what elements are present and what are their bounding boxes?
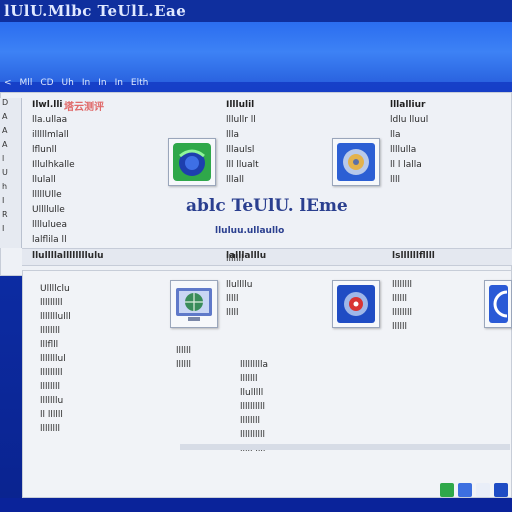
- section-label[interactable]: llullllallllllllulu: [32, 251, 104, 261]
- bottom-mid-list-2a: llllll llllll: [176, 344, 238, 372]
- list-item[interactable]: llllllll: [40, 380, 160, 394]
- status-strip: [180, 444, 510, 450]
- blue-disc-icon[interactable]: [332, 138, 380, 186]
- window-title: lUlU.Mlbc TeUlL.Eae: [4, 2, 187, 20]
- page-subtitle: lluluu.ullaullo: [215, 226, 285, 236]
- page-title: ablc TeUlU. lEme: [186, 196, 348, 216]
- list-item[interactable]: lll llualt: [226, 158, 306, 173]
- list-item[interactable]: Ullllulle: [32, 203, 162, 218]
- bottom-left-list: Ullllclu lllllllll lllllllulll llllllll …: [40, 282, 160, 436]
- red-target-icon[interactable]: [332, 280, 380, 328]
- toolbar-item[interactable]: <: [4, 78, 12, 88]
- list-item[interactable]: llllulla: [390, 143, 500, 158]
- list-item[interactable]: ldlu lluul: [390, 113, 500, 128]
- bottom-right-list: llllllll llllll llllllll llllll: [392, 278, 492, 334]
- list-item[interactable]: llllll: [392, 320, 492, 334]
- tree-item[interactable]: h: [0, 182, 21, 196]
- blue-arc-icon[interactable]: [484, 280, 512, 328]
- list-header: Ilwl.lli: [32, 100, 63, 110]
- list-item[interactable]: lllall: [226, 173, 306, 188]
- list-item[interactable]: lllllllll: [40, 296, 160, 310]
- tray-white-icon[interactable]: [476, 483, 490, 497]
- top-left-list: Ilwl.lli lla.ullaa illlllmlall lflunll I…: [32, 98, 162, 248]
- list-item[interactable]: lla: [390, 128, 500, 143]
- tray-green-icon[interactable]: [440, 483, 454, 497]
- list-item[interactable]: Ullllclu: [40, 282, 160, 296]
- list-item[interactable]: llllll: [176, 344, 238, 358]
- toolbar-item[interactable]: Elth: [131, 78, 148, 88]
- list-item[interactable]: llllllll: [40, 324, 160, 338]
- list-item[interactable]: llla: [226, 128, 306, 143]
- taskbar: [0, 498, 512, 512]
- list-item[interactable]: lllll: [226, 306, 306, 320]
- list-header: lllalliur: [390, 100, 426, 110]
- bottom-mid-list-rows: llullllu lllll lllll: [226, 278, 306, 320]
- list-item[interactable]: lllluluea: [32, 218, 162, 233]
- section-label[interactable]: lsllllllfllll: [392, 251, 435, 261]
- bottom-mid-list: lllllll: [226, 252, 306, 266]
- toolbar-item[interactable]: In: [115, 78, 123, 88]
- list-item[interactable]: llllllll: [240, 414, 370, 428]
- list-item[interactable]: llllllll: [392, 278, 492, 292]
- list-item[interactable]: llullllu: [226, 278, 306, 292]
- list-item[interactable]: lllullr ll: [226, 113, 306, 128]
- list-item[interactable]: Illulhkalle: [32, 158, 162, 173]
- tree-item[interactable]: U: [0, 168, 21, 182]
- tree-item[interactable]: A: [0, 126, 21, 140]
- list-item[interactable]: llllllllla: [240, 358, 370, 372]
- tree-item[interactable]: l: [0, 154, 21, 168]
- list-item[interactable]: illlllmlall: [32, 128, 162, 143]
- list-item[interactable]: lllllll: [240, 372, 370, 386]
- list-item[interactable]: llll: [390, 173, 500, 188]
- tree-item[interactable]: A: [0, 140, 21, 154]
- top-mid-list: Illlulil lllullr ll llla lllaulsl lll ll…: [226, 98, 306, 188]
- list-item[interactable]: lllllllu: [40, 394, 160, 408]
- list-item[interactable]: lllllllll: [40, 366, 160, 380]
- toolbar-item[interactable]: CD: [40, 78, 53, 88]
- left-tree: D A A A l U h I R I: [0, 98, 22, 248]
- list-item[interactable]: llllllllll: [240, 428, 370, 442]
- system-tray: [440, 480, 508, 500]
- list-item[interactable]: llllll: [392, 292, 492, 306]
- tree-item[interactable]: D: [0, 98, 21, 112]
- tray-blue-icon[interactable]: [458, 483, 472, 497]
- toolbar-item[interactable]: In: [82, 78, 90, 88]
- green-globe-icon[interactable]: [168, 138, 216, 186]
- list-item[interactable]: lllllll: [226, 252, 306, 266]
- window-title-bar[interactable]: lUlU.Mlbc TeUlL.Eae: [0, 0, 512, 22]
- tree-item[interactable]: I: [0, 224, 21, 238]
- computer-globe-icon[interactable]: [170, 280, 218, 328]
- list-item[interactable]: llllllll: [40, 422, 160, 436]
- list-header: Illlulil: [226, 100, 255, 110]
- toolbar-item[interactable]: In: [98, 78, 106, 88]
- header-banner: [0, 22, 512, 82]
- list-item[interactable]: lllflll: [40, 338, 160, 352]
- list-item[interactable]: lllllUlle: [32, 188, 162, 203]
- list-item[interactable]: llulall: [32, 173, 162, 188]
- toolbar-item[interactable]: Uh: [62, 78, 74, 88]
- toolbar-item[interactable]: Mll: [20, 78, 33, 88]
- list-item[interactable]: lllaulsl: [226, 143, 306, 158]
- list-item[interactable]: ll llllll: [40, 408, 160, 422]
- tree-item[interactable]: A: [0, 112, 21, 126]
- toolbar: < Mll CD Uh In In In Elth: [0, 74, 512, 92]
- list-item[interactable]: lllllllul: [40, 352, 160, 366]
- list-item[interactable]: lllllllulll: [40, 310, 160, 324]
- list-item[interactable]: lllll: [226, 292, 306, 306]
- tree-item[interactable]: R: [0, 210, 21, 224]
- list-item[interactable]: lalflila ll: [32, 233, 162, 248]
- list-item[interactable]: ll l lalla: [390, 158, 500, 173]
- tray-dark-icon[interactable]: [494, 483, 508, 497]
- list-item[interactable]: llulllll: [240, 386, 370, 400]
- list-item[interactable]: llllllll: [392, 306, 492, 320]
- list-item[interactable]: llllllllll: [240, 400, 370, 414]
- list-item[interactable]: lflunll: [32, 143, 162, 158]
- top-right-list: lllalliur ldlu lluul lla llllulla ll l l…: [390, 98, 500, 188]
- tree-item[interactable]: I: [0, 196, 21, 210]
- list-item[interactable]: llllll: [176, 358, 238, 372]
- bottom-mid2-list: llllllllla lllllll llulllll llllllllll l…: [240, 358, 370, 456]
- list-item[interactable]: lla.ullaa: [32, 113, 162, 128]
